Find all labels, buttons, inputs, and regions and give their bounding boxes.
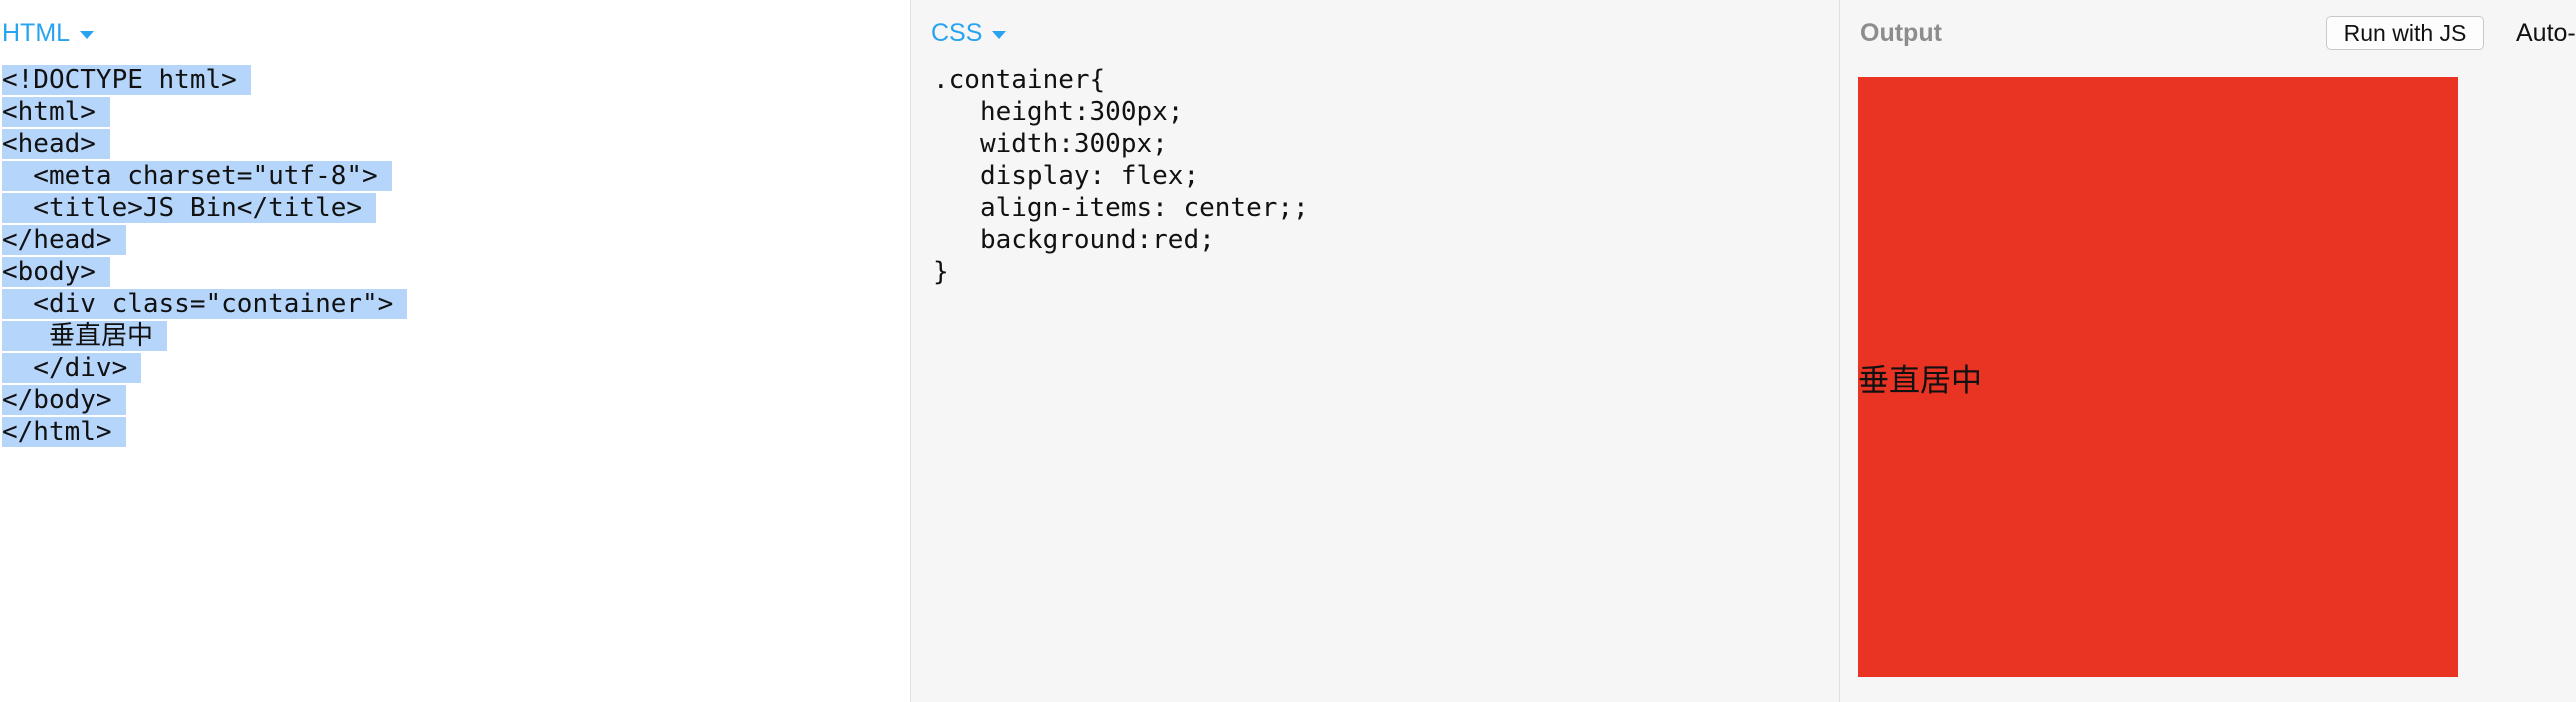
output-panel: Output Run with JS Auto- 垂直居中 [1839,0,2576,702]
code-line: <div class="container"> [2,288,408,320]
code-line: } [933,257,949,287]
html-panel-label: HTML [2,19,71,47]
code-line: height:300px; [933,97,1184,127]
selected-code-text: <title>JS Bin</title> [2,193,377,223]
code-line: width:300px; [933,129,1168,159]
html-code-editor[interactable]: <!DOCTYPE html> <html> <head> <meta char… [2,64,408,448]
selected-code-text: </html> [2,417,126,447]
selected-code-text: </head> [2,225,126,255]
html-editor-panel: HTML <!DOCTYPE html> <html> <head> <meta… [0,0,910,702]
code-line: </head> [2,224,407,256]
code-line: </div> [2,352,407,384]
code-line: <title>JS Bin</title> [2,192,407,224]
rendered-centered-text: 垂直居中 [1858,362,1982,399]
output-panel-label: Output [1860,19,1942,47]
code-line: </html> [2,416,407,448]
code-line: align-items: center;; [933,193,1309,223]
selected-code-text: <!DOCTYPE html> [2,65,251,95]
selected-code-text: <meta charset="utf-8"> [2,161,392,191]
selected-code-text: <body> [2,257,110,287]
run-with-js-button[interactable]: Run with JS [2326,16,2484,50]
code-line: background:red; [933,225,1215,255]
selected-code-text: <head> [2,129,110,159]
code-line: <meta charset="utf-8"> [2,160,407,192]
css-editor-panel: CSS .container{ height:300px; width:300p… [910,0,1839,702]
code-line: .container{ [933,65,1106,95]
selected-code-text: <div class="container"> [2,289,408,319]
code-line: display: flex; [933,161,1200,191]
selected-code-text: 垂直居中 [2,321,167,351]
code-line: </body> [2,384,407,416]
selected-code-text: </body> [2,385,126,415]
chevron-down-icon [992,30,1007,39]
code-line: 垂直居中 [2,320,407,352]
code-line: <head> [2,128,407,160]
auto-run-toggle[interactable]: Auto- [2516,18,2576,48]
css-panel-dropdown[interactable]: CSS [931,18,1007,48]
code-line: <!DOCTYPE html> [2,64,407,96]
css-code-editor[interactable]: .container{ height:300px; width:300px; d… [933,64,1309,288]
selected-code-text: </div> [2,353,142,383]
code-line: <html> [2,96,407,128]
html-panel-dropdown[interactable]: HTML [2,18,95,48]
rendered-container-box: 垂直居中 [1858,77,2458,677]
code-line: <body> [2,256,407,288]
css-panel-label: CSS [931,19,983,47]
chevron-down-icon [80,30,95,39]
selected-code-text: <html> [2,97,110,127]
